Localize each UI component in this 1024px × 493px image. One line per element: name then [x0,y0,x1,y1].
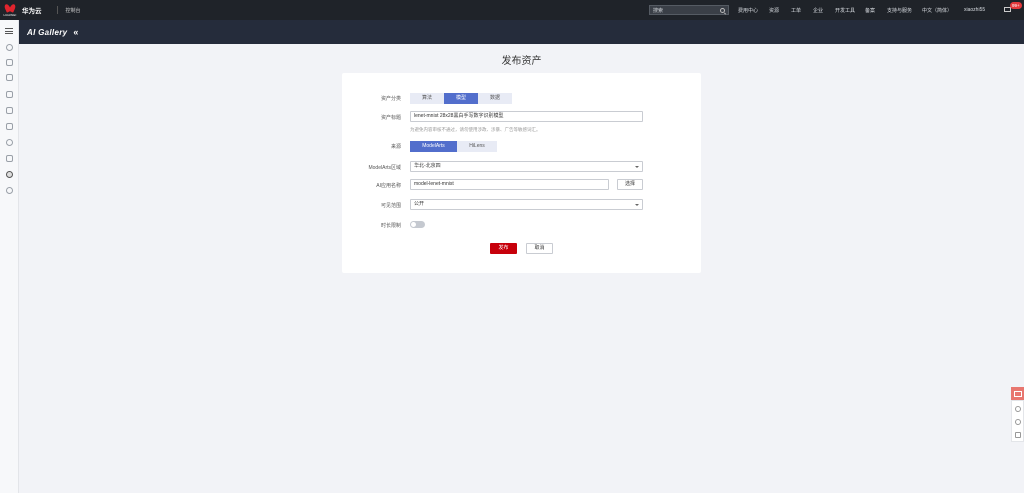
divider [56,6,58,14]
nav-language[interactable]: 中文（简体） [922,0,952,20]
nav-resources[interactable]: 资源 [769,0,779,20]
category-option-data[interactable]: 数据 [478,93,512,104]
region-select[interactable]: 华北-北京四 [410,161,643,172]
service-icon[interactable] [6,44,13,51]
region-label: ModelArts区域 [368,165,401,171]
feedback-mail-icon[interactable] [1011,387,1024,400]
huawei-logo-icon [5,4,15,12]
brand-name[interactable]: 华为云 [22,5,42,15]
document-icon[interactable] [6,107,13,114]
help-icon[interactable] [1015,419,1021,425]
publish-asset-form: 资产分类 算法 模型 数据 资产标题 lenet-mnist 28x28黑白手写… [342,73,701,273]
visibility-select[interactable]: 公开 [410,199,643,210]
floating-help-toolbar [1011,400,1024,442]
source-label: 来源 [390,144,401,150]
source-option-hilens[interactable]: HiLens [457,141,497,152]
ai-gallery-header: AI Gallery « [19,20,1024,44]
select-app-button[interactable]: 选择 [617,179,643,190]
nav-tickets[interactable]: 工单 [791,0,801,20]
collapse-double-chevron-icon[interactable]: « [73,27,78,37]
search-input[interactable]: 搜索 [649,5,729,15]
time-limit-label: 时长限制 [380,223,401,229]
category-option-algorithm[interactable]: 算法 [410,93,444,104]
left-sidebar [0,20,19,493]
chevron-down-icon [635,166,639,168]
nav-icp-filing[interactable]: 备案 [865,0,875,20]
app-name-input[interactable]: model-lenet-mnist [410,179,609,190]
notes-icon[interactable] [1015,432,1021,438]
anchor-icon[interactable] [6,155,13,162]
menu-icon[interactable] [5,28,13,34]
nav-enterprise[interactable]: 企业 [813,0,823,20]
home-icon[interactable] [6,91,13,98]
chat-icon[interactable] [1015,406,1021,412]
nav-billing-center[interactable]: 费用中心 [738,0,758,20]
console-link[interactable]: 控制台 [66,7,81,14]
asset-title-input[interactable]: lenet-mnist 28x28黑白手写数字识别模型 [410,111,643,122]
gallery-icon[interactable] [6,171,13,178]
region-value: 华北-北京四 [414,163,441,169]
chevron-down-icon [635,204,639,206]
time-limit-toggle[interactable] [410,221,425,228]
category-label: 资产分类 [380,96,401,102]
nav-username[interactable]: xiaozhi55 [964,0,985,20]
asset-title-hint: 为避免内容审核不通过，请勿使用涉政、涉暴、广告等敏感词汇。 [410,127,541,132]
visibility-value: 公开 [414,201,425,207]
nav-dev-tools[interactable]: 开发工具 [835,0,855,20]
logo-text: HUAWEI [3,12,17,17]
visibility-label: 可见范围 [380,203,401,209]
category-option-model[interactable]: 模型 [444,93,478,104]
source-segmented-control[interactable]: ModelArts HiLens [410,141,497,152]
file-icon[interactable] [6,123,13,130]
search-placeholder: 搜索 [653,7,664,14]
search-icon[interactable] [720,8,725,13]
page-title: 发布资产 [501,56,542,67]
source-option-modelarts[interactable]: ModelArts [410,141,457,152]
users-icon[interactable] [6,74,13,81]
category-segmented-control[interactable]: 算法 模型 数据 [410,93,512,104]
ai-gallery-title[interactable]: AI Gallery [27,28,67,37]
cloud-icon[interactable] [6,139,13,146]
cancel-button[interactable]: 取消 [526,243,553,254]
message-count-badge: 99+ [1010,2,1022,9]
huawei-logo[interactable]: HUAWEI [1,0,19,20]
publish-button[interactable]: 发布 [490,243,517,254]
settings-icon[interactable] [6,187,13,194]
asset-title-label: 资产标题 [380,115,401,121]
nav-support[interactable]: 支持与服务 [887,0,912,20]
app-name-label: AI应用名称 [376,183,401,189]
